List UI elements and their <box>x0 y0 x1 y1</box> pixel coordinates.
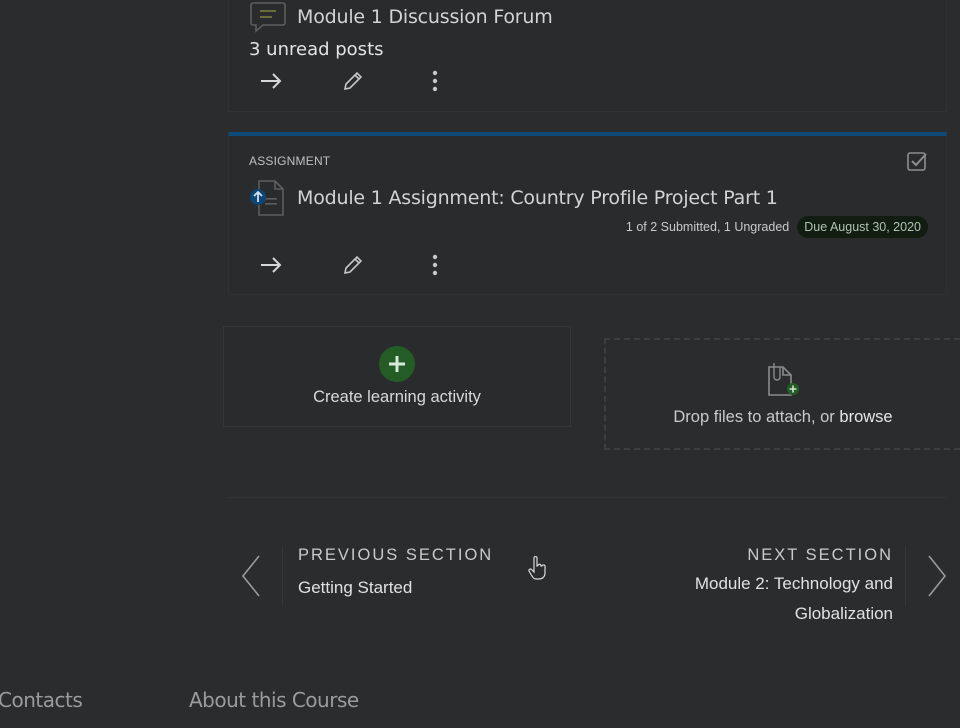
previous-section-link[interactable]: PREVIOUS SECTION Getting Started <box>236 540 536 610</box>
create-learning-activity-button[interactable]: Create learning activity <box>223 326 571 427</box>
discussion-title[interactable]: Module 1 Discussion Forum <box>297 6 553 28</box>
course-page: Module 1 Discussion Forum 3 unread posts… <box>0 0 960 728</box>
footer-about-course-link[interactable]: About this Course <box>189 688 359 712</box>
previous-section-heading: PREVIOUS SECTION <box>298 546 494 564</box>
discussion-card: Module 1 Discussion Forum 3 unread posts <box>228 0 947 112</box>
create-learning-activity-label: Create learning activity <box>313 388 481 406</box>
chevron-right-icon <box>926 554 948 598</box>
browse-link[interactable]: browse <box>839 408 892 426</box>
assignment-title-row: Module 1 Assignment: Country Profile Pro… <box>249 178 778 218</box>
due-date-badge: Due August 30, 2020 <box>797 216 928 238</box>
chevron-left-icon <box>240 554 262 598</box>
drop-files-label: Drop files to attach, or <box>673 408 835 426</box>
next-section-text: NEXT SECTION Module 2: Technology and Gl… <box>653 546 893 629</box>
unread-posts[interactable]: 3 unread posts <box>249 39 384 60</box>
next-section-link[interactable]: NEXT SECTION Module 2: Technology and Gl… <box>640 540 960 630</box>
next-section-name-line1: Module 2: Technology and <box>694 574 893 593</box>
discussion-actions <box>259 69 505 93</box>
next-section-name-line2: Globalization <box>794 604 893 623</box>
open-arrow-icon[interactable] <box>259 253 283 277</box>
assignment-actions <box>259 253 505 277</box>
discussion-icon <box>249 0 289 37</box>
previous-section-name: Getting Started <box>298 578 413 597</box>
edit-pencil-icon[interactable] <box>341 69 365 93</box>
next-section-heading: NEXT SECTION <box>747 546 893 564</box>
more-options-icon[interactable] <box>423 69 447 93</box>
assignment-icon <box>249 178 289 218</box>
submission-status[interactable]: 1 of 2 Submitted, 1 Ungraded <box>626 220 789 234</box>
previous-section-text: PREVIOUS SECTION Getting Started <box>298 546 493 603</box>
drop-files-text: Drop files to attach, or browse <box>673 408 892 427</box>
nav-separator <box>905 546 906 606</box>
assignment-card: ASSIGNMENT Module 1 Assignment: Country … <box>228 132 947 295</box>
discussion-title-row: Module 1 Discussion Forum <box>249 0 553 37</box>
section-divider <box>228 497 947 498</box>
open-arrow-icon[interactable] <box>259 69 283 93</box>
completion-checkbox-icon[interactable] <box>906 150 928 172</box>
attach-file-icon <box>765 361 801 404</box>
assignment-meta: 1 of 2 Submitted, 1 Ungraded Due August … <box>626 216 928 238</box>
more-options-icon[interactable] <box>423 253 447 277</box>
plus-icon <box>379 346 415 382</box>
footer-contacts-link[interactable]: Contacts <box>0 688 83 712</box>
hand-cursor-icon <box>528 555 546 580</box>
next-section-name: Module 2: Technology and Globalization <box>653 569 893 629</box>
edit-pencil-icon[interactable] <box>341 253 365 277</box>
file-drop-zone[interactable]: Drop files to attach, or browse <box>604 338 960 450</box>
assignment-type-label: ASSIGNMENT <box>249 154 331 168</box>
assignment-title[interactable]: Module 1 Assignment: Country Profile Pro… <box>297 187 778 209</box>
nav-separator <box>282 546 283 606</box>
